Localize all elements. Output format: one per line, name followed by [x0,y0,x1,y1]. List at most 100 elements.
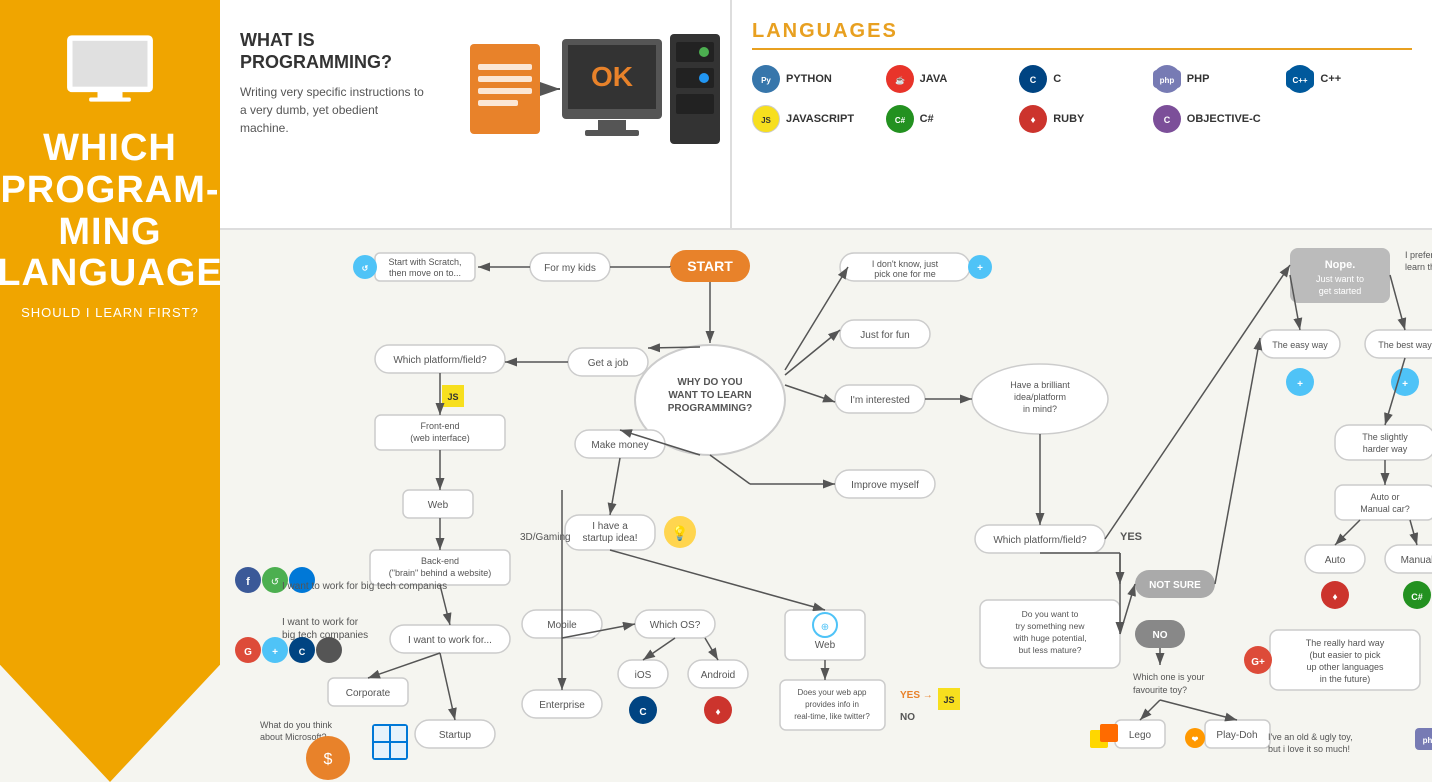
svg-text:⊕: ⊕ [821,622,829,633]
svg-text:I don't know, just: I don't know, just [872,259,939,269]
svg-text:Which OS?: Which OS? [650,620,701,631]
svg-text:idea/platform: idea/platform [1014,392,1066,402]
svg-text:NO: NO [900,712,915,723]
ruby-label: RUBY [1053,113,1084,125]
left-banner: WHICHPROGRAM-MINGLANGUAGE SHOULD I LEARN… [0,0,220,782]
svg-text:JS: JS [447,392,458,402]
cpp-icon: C++ [1286,65,1314,93]
lang-ruby: ♦ RUBY [1019,105,1145,133]
svg-text:Nope.: Nope. [1325,259,1356,271]
svg-text:+: + [977,263,983,274]
center-graphic: OK [450,0,730,228]
java-label: JAVA [920,73,948,85]
svg-text:YES: YES [1120,531,1142,543]
languages-grid: Py PYTHON ☕ JAVA C C php PHP [752,65,1412,133]
lang-c: C C [1019,65,1145,93]
svg-text:START: START [687,258,733,274]
csharp-icon: C# [886,105,914,133]
languages-panel: LANGUAGES Py PYTHON ☕ JAVA C C [730,0,1432,228]
svg-text:Enterprise: Enterprise [539,700,585,711]
svg-text:3D/Gaming: 3D/Gaming [520,532,571,543]
java-icon: ☕ [886,65,914,93]
svg-text:I've an old & ugly toy,: I've an old & ugly toy, [1268,732,1353,742]
svg-text:try something new: try something new [1016,621,1086,631]
banner-subtitle: SHOULD I LEARN FIRST? [21,305,199,320]
svg-text:Just for fun: Just for fun [860,330,909,341]
svg-text:JS: JS [943,695,954,705]
python-label: PYTHON [786,73,832,85]
svg-text:harder way: harder way [1363,444,1408,454]
svg-text:with huge potential,: with huge potential, [1012,633,1086,643]
lang-csharp: C# C# [886,105,1012,133]
svg-text:Auto: Auto [1325,555,1346,566]
top-section: WHAT ISPROGRAMMING? Writing very specifi… [220,0,1432,230]
svg-text:learn things...: learn things... [1405,262,1432,272]
svg-text:Auto or: Auto or [1370,492,1399,502]
svg-text:WANT TO LEARN: WANT TO LEARN [668,390,751,401]
svg-text:provides info in: provides info in [805,700,859,709]
svg-text:in mind?: in mind? [1023,404,1057,414]
svg-text:get started: get started [1319,286,1362,296]
svg-text:C: C [1164,115,1171,125]
svg-text:+: + [272,647,278,658]
svg-text:Have a brilliant: Have a brilliant [1010,380,1070,390]
svg-text:+: + [1402,379,1408,390]
svg-text:♦: ♦ [1031,115,1036,126]
svg-text:in the future): in the future) [1320,674,1371,684]
svg-text:G: G [244,647,252,658]
php-icon: php [1153,65,1181,93]
lang-python: Py PYTHON [752,65,878,93]
svg-text:Web: Web [815,640,836,651]
svg-text:Make money: Make money [591,440,648,451]
svg-text:💡: 💡 [671,525,688,542]
svg-text:but less mature?: but less mature? [1019,645,1082,655]
banner-title: WHICHPROGRAM-MINGLANGUAGE [0,128,233,295]
flowchart-svg: START WHY DO YOU WANT TO LEARN PROGRAMMI… [220,230,1432,782]
svg-text:NOT SURE: NOT SURE [1149,580,1201,591]
ruby-icon: ♦ [1019,105,1047,133]
wip-title: WHAT ISPROGRAMMING? [240,30,430,73]
svg-text:C#: C# [894,116,905,125]
lang-js: JS JAVASCRIPT [752,105,878,133]
svg-text:C: C [639,707,646,718]
svg-text:The slightly: The slightly [1362,432,1408,442]
svg-text:f: f [246,576,250,588]
svg-text:NO: NO [1153,630,1168,641]
svg-text:I prefer to: I prefer to [1405,250,1432,260]
want-work-label: I want to work for big tech companies [282,580,447,594]
svg-text:I'm interested: I'm interested [850,395,910,406]
svg-text:pick one for me: pick one for me [874,269,936,279]
svg-text:☕: ☕ [895,75,905,85]
svg-text:Which platform/field?: Which platform/field? [393,355,487,366]
flowchart-area: START WHY DO YOU WANT TO LEARN PROGRAMMI… [220,230,1432,782]
svg-text:big tech companies: big tech companies [282,630,368,641]
svg-text:Which platform/field?: Which platform/field? [993,535,1087,546]
svg-text:Do you want to: Do you want to [1022,609,1079,619]
svg-text:Get a job: Get a job [588,358,629,369]
svg-text:Startup: Startup [439,730,472,741]
svg-text:("brain" behind a website): ("brain" behind a website) [389,568,491,578]
svg-text:C++: C++ [1293,76,1308,85]
svg-text:Mobile: Mobile [547,620,577,631]
languages-title: LANGUAGES [752,20,1412,50]
php-label: PHP [1187,73,1210,85]
svg-text:Py: Py [761,76,771,85]
svg-text:Android: Android [701,670,735,681]
objc-label: OBJECTIVE-C [1187,113,1261,125]
svg-text:Does your web app: Does your web app [798,688,867,697]
svg-text:The easy way: The easy way [1272,340,1328,350]
svg-text:+: + [1297,379,1303,390]
svg-text:WHY DO YOU: WHY DO YOU [677,377,742,388]
svg-text:Lego: Lego [1129,730,1152,741]
js-icon: JS [752,105,780,133]
svg-text:❤: ❤ [1192,735,1199,744]
svg-text:real-time, like twitter?: real-time, like twitter? [794,712,870,721]
svg-text:(but easier to pick: (but easier to pick [1309,650,1381,660]
svg-text:Which one is your: Which one is your [1133,672,1205,682]
lang-java: ☕ JAVA [886,65,1012,93]
svg-text:↺: ↺ [362,264,369,273]
svg-text:startup idea!: startup idea! [582,533,637,544]
csharp-label: C# [920,113,934,125]
lang-php: php PHP [1153,65,1279,93]
svg-text:php: php [1423,736,1432,745]
